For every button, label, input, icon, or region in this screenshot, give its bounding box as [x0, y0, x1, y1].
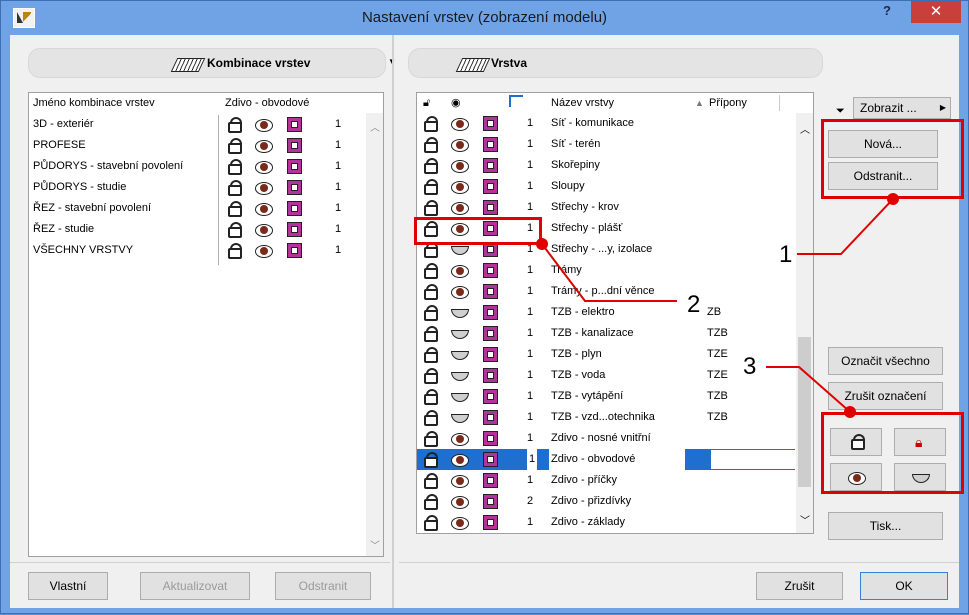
callout-label-1: 1: [779, 241, 793, 268]
dialog-window: Nastavení vrstev (zobrazení modelu) ? ✕ …: [0, 0, 969, 614]
callout-dot-2: [536, 238, 548, 250]
callout-dot-3: [844, 406, 856, 418]
callout-box-3: [821, 412, 964, 494]
callout-label-2: 2: [687, 291, 701, 318]
callout-lines: [541, 198, 894, 412]
callout-label-3: 3: [743, 353, 757, 380]
callout-box-2: [414, 217, 542, 245]
